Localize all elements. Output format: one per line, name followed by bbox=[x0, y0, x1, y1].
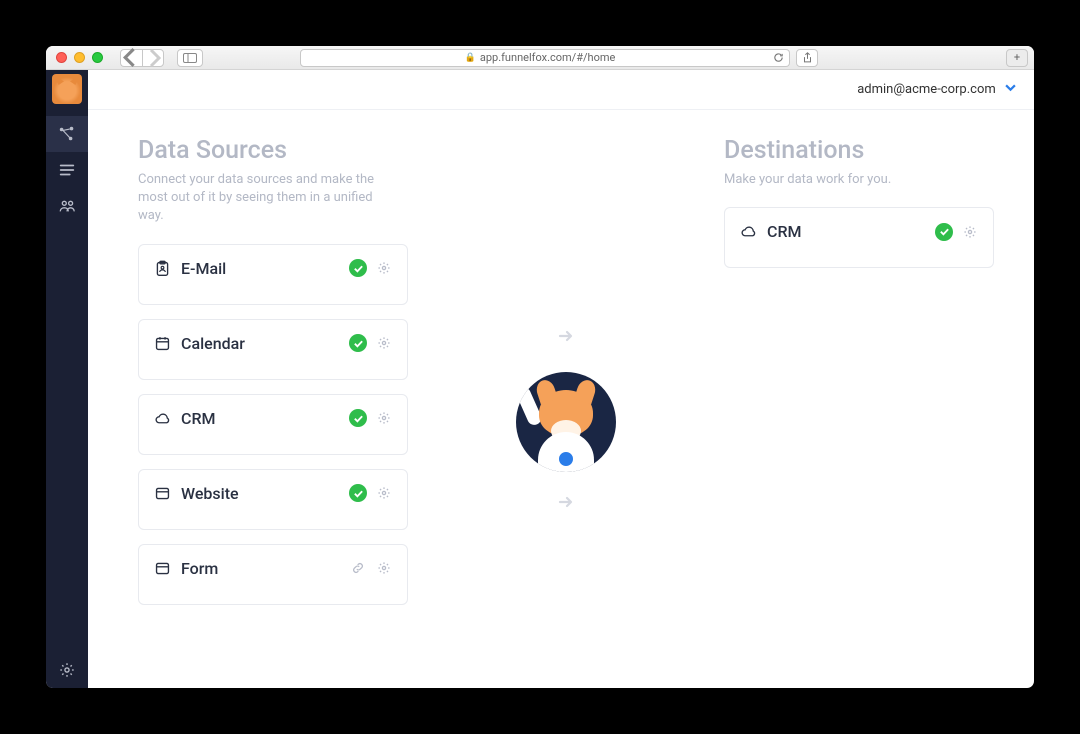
calendar-icon bbox=[153, 334, 171, 352]
window-icon bbox=[153, 559, 171, 577]
close-window-button[interactable] bbox=[56, 52, 67, 63]
arrow-right-icon bbox=[556, 492, 576, 518]
source-label: CRM bbox=[181, 409, 349, 428]
forward-button[interactable] bbox=[142, 49, 164, 67]
browser-window: 🔒 app.funnelfox.com/#/home + bbox=[46, 46, 1034, 688]
content: Data Sources Connect your data sources a… bbox=[88, 110, 1034, 688]
source-settings-button[interactable] bbox=[375, 559, 393, 577]
window-icon bbox=[153, 484, 171, 502]
data-sources-subtitle: Connect your data sources and make the m… bbox=[138, 171, 388, 226]
source-card-form[interactable]: Form bbox=[138, 544, 408, 605]
nodes-icon bbox=[58, 125, 76, 143]
data-sources-column: Data Sources Connect your data sources a… bbox=[138, 136, 408, 668]
destinations-title: Destinations bbox=[724, 136, 994, 165]
status-ok-icon bbox=[935, 223, 953, 241]
address-bar[interactable]: 🔒 app.funnelfox.com/#/home bbox=[300, 49, 780, 67]
status-ok-icon bbox=[349, 484, 367, 502]
source-card-email[interactable]: E-Mail bbox=[138, 244, 408, 305]
main: admin@acme-corp.com Data Sources Connect… bbox=[88, 70, 1034, 688]
fox-mascot bbox=[516, 372, 616, 472]
data-sources-title: Data Sources bbox=[138, 136, 408, 165]
cloud-icon bbox=[739, 223, 757, 241]
url-text: app.funnelfox.com/#/home bbox=[480, 51, 615, 64]
source-card-crm[interactable]: CRM bbox=[138, 394, 408, 455]
new-tab-button[interactable]: + bbox=[1006, 49, 1028, 67]
source-label: Calendar bbox=[181, 334, 349, 353]
people-icon bbox=[58, 197, 76, 215]
app-root: admin@acme-corp.com Data Sources Connect… bbox=[46, 70, 1034, 688]
lock-icon: 🔒 bbox=[465, 53, 476, 63]
source-settings-button[interactable] bbox=[375, 484, 393, 502]
destination-label: CRM bbox=[767, 222, 935, 241]
nav-buttons bbox=[120, 49, 164, 67]
clipboard-icon bbox=[153, 259, 171, 277]
minimize-window-button[interactable] bbox=[74, 52, 85, 63]
gear-icon bbox=[58, 661, 76, 679]
sidebar-item-settings[interactable] bbox=[46, 652, 88, 688]
user-email: admin@acme-corp.com bbox=[857, 82, 996, 97]
source-settings-button[interactable] bbox=[375, 259, 393, 277]
status-ok-icon bbox=[349, 259, 367, 277]
sidebar-item-team[interactable] bbox=[46, 188, 88, 224]
destination-card-crm[interactable]: CRM bbox=[724, 207, 994, 268]
status-ok-icon bbox=[349, 409, 367, 427]
source-settings-button[interactable] bbox=[375, 334, 393, 352]
app-logo[interactable] bbox=[52, 74, 82, 104]
source-label: E-Mail bbox=[181, 259, 349, 278]
sidebar-item-list[interactable] bbox=[46, 152, 88, 188]
status-ok-icon bbox=[349, 334, 367, 352]
destinations-column: Destinations Make your data work for you… bbox=[724, 136, 994, 668]
list-icon bbox=[58, 161, 76, 179]
sidebar bbox=[46, 70, 88, 688]
source-label: Form bbox=[181, 559, 349, 578]
browser-titlebar: 🔒 app.funnelfox.com/#/home + bbox=[46, 46, 1034, 70]
chevron-down-icon bbox=[1005, 82, 1016, 97]
topbar: admin@acme-corp.com bbox=[88, 70, 1034, 110]
status-link-icon bbox=[349, 559, 367, 577]
cloud-icon bbox=[153, 409, 171, 427]
source-card-website[interactable]: Website bbox=[138, 469, 408, 530]
source-label: Website bbox=[181, 484, 349, 503]
source-card-calendar[interactable]: Calendar bbox=[138, 319, 408, 380]
flow-illustration bbox=[428, 136, 704, 668]
traffic-lights bbox=[56, 52, 103, 63]
back-button[interactable] bbox=[120, 49, 142, 67]
source-settings-button[interactable] bbox=[375, 409, 393, 427]
maximize-window-button[interactable] bbox=[92, 52, 103, 63]
user-menu[interactable]: admin@acme-corp.com bbox=[857, 82, 1016, 97]
reload-button[interactable] bbox=[768, 49, 790, 67]
destination-settings-button[interactable] bbox=[961, 223, 979, 241]
destinations-subtitle: Make your data work for you. bbox=[724, 171, 974, 189]
arrow-right-icon bbox=[556, 326, 576, 352]
share-button[interactable] bbox=[796, 49, 818, 67]
sidebar-toggle-button[interactable] bbox=[177, 49, 203, 67]
sidebar-item-connections[interactable] bbox=[46, 116, 88, 152]
